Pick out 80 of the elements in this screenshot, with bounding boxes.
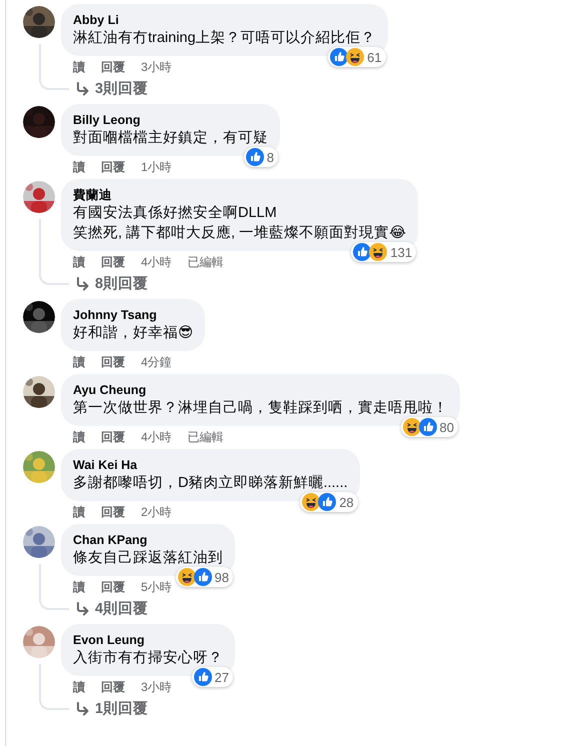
reply-arrow-icon	[75, 82, 89, 96]
reaction-badge[interactable]: 27	[192, 667, 233, 687]
like-icon	[353, 243, 372, 261]
reaction-badge[interactable]: 61	[328, 47, 386, 67]
timestamp: 3小時	[141, 59, 172, 75]
comment-text: 條友自己踩返落紅油到	[73, 549, 223, 568]
reaction-badge[interactable]: 28	[300, 492, 358, 512]
comment-text: 入街市有冇掃安心呀？	[73, 648, 223, 668]
reaction-count: 131	[390, 244, 412, 260]
timestamp: 2小時	[141, 504, 172, 520]
timestamp: 4小時	[141, 429, 172, 445]
like-icon	[194, 668, 212, 686]
reaction-count: 98	[214, 570, 229, 584]
action-link[interactable]: 回覆	[101, 679, 125, 695]
comment-text: 第一次做世界？淋埋自己喎，隻鞋踩到哂，實走唔甩啦！	[73, 399, 448, 418]
action-link[interactable]: 回覆	[101, 504, 125, 520]
thread-line	[39, 44, 69, 90]
timestamp: 3小時	[141, 679, 172, 695]
reply-arrow-icon	[75, 277, 89, 291]
comment-text: 對面嗰檔檔主好鎮定，有可疑	[73, 128, 268, 148]
author-name[interactable]: Ayu Cheung	[73, 382, 448, 398]
laughing-face-icon	[178, 568, 196, 586]
laughing-face-icon	[369, 243, 388, 261]
action-link[interactable]: 讀	[73, 679, 85, 695]
timestamp: 1小時	[141, 159, 172, 175]
reply-arrow-icon	[75, 702, 89, 716]
like-icon	[330, 48, 348, 66]
thread-line	[39, 564, 69, 610]
reaction-count: 27	[214, 670, 229, 684]
action-link[interactable]: 回覆	[101, 159, 125, 175]
reaction-count: 61	[367, 50, 382, 64]
action-link[interactable]: 讀	[73, 429, 85, 445]
reaction-badge[interactable]: 8	[244, 147, 278, 167]
view-replies-link[interactable]: 3則回覆	[95, 79, 148, 99]
author-name[interactable]: Chan KPang	[73, 532, 223, 548]
thread-line	[39, 219, 69, 285]
action-link[interactable]: 回覆	[101, 254, 125, 270]
laughing-face-icon	[402, 418, 421, 436]
author-name[interactable]: Abby Li	[73, 12, 376, 28]
view-replies-link[interactable]: 8則回覆	[95, 274, 148, 294]
reaction-count: 28	[339, 494, 354, 510]
timestamp: 5小時	[141, 579, 172, 595]
like-icon	[246, 148, 264, 166]
author-name[interactable]: 費蘭迪	[73, 187, 406, 203]
action-link[interactable]: 回覆	[101, 429, 125, 445]
edited-label: 已編輯	[188, 429, 224, 445]
like-icon	[418, 418, 437, 436]
timestamp: 4小時	[141, 254, 172, 270]
timestamp: 4分鐘	[141, 354, 172, 370]
action-link[interactable]: 讀	[73, 254, 85, 270]
laughing-face-icon	[346, 48, 364, 66]
action-link[interactable]: 讀	[73, 354, 85, 370]
comment-text: 淋紅油有冇training上架？可唔可以介紹比佢？	[73, 29, 376, 48]
action-link[interactable]: 讀	[73, 159, 85, 175]
action-link[interactable]: 回覆	[101, 579, 125, 595]
action-link[interactable]: 回覆	[101, 354, 125, 370]
reaction-badge[interactable]: 131	[351, 242, 416, 262]
author-name[interactable]: Evon Leung	[73, 632, 223, 648]
like-icon	[318, 493, 336, 511]
view-replies-link[interactable]: 1則回覆	[95, 699, 148, 719]
comment-text: 好和諧，好幸福😎	[73, 324, 194, 343]
action-link[interactable]: 讀	[73, 504, 85, 520]
author-name[interactable]: Billy Leong	[73, 112, 268, 128]
reaction-badge[interactable]: 98	[176, 567, 233, 587]
action-link[interactable]: 讀	[73, 579, 85, 595]
reaction-count: 80	[440, 420, 454, 434]
reply-arrow-icon	[75, 602, 89, 616]
reaction-count: 8	[266, 150, 274, 164]
thread-line	[39, 664, 69, 710]
laughing-face-icon	[302, 493, 320, 511]
comment-text: 有國安法真係好撚安全啊DLLM 笑撚死, 講下都咁大反應, 一堆藍燦不願面對現實😂	[73, 204, 406, 243]
reaction-badge[interactable]: 80	[400, 417, 458, 437]
comment-text: 多謝都嚟唔切，D豬肉立即睇落新鮮曬......	[73, 474, 348, 493]
view-replies-link[interactable]: 4則回覆	[95, 599, 148, 619]
like-icon	[194, 568, 212, 586]
author-name[interactable]: Johnny Tsang	[73, 307, 194, 323]
action-link[interactable]: 讀	[73, 59, 85, 75]
edited-label: 已編輯	[188, 254, 224, 270]
action-link[interactable]: 回覆	[101, 59, 125, 75]
author-name[interactable]: Wai Kei Ha	[73, 457, 348, 473]
